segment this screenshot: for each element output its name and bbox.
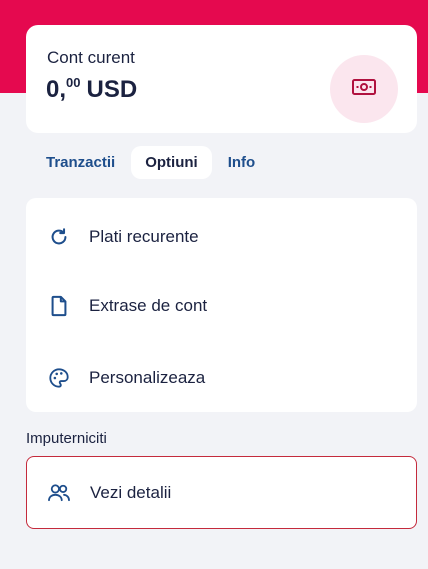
balance-currency: USD [86,76,138,103]
view-details-label: Vezi detalii [90,483,172,502]
tab-info[interactable]: Info [214,146,270,179]
balance-integer: 0, [46,76,67,103]
option-plati-recurente[interactable]: Plati recurente [26,202,417,272]
balance-decimals: 00 [66,75,81,90]
option-extrase-de-cont[interactable]: Extrase de cont [26,271,417,341]
tab-bar: Tranzactii Optiuni Info [26,144,269,180]
money-button[interactable] [330,55,398,123]
account-name: Cont curent [47,48,135,67]
banknote-icon [351,77,377,102]
option-label: Personalizeaza [89,368,206,387]
option-label: Extrase de cont [89,296,208,315]
option-label: Plati recurente [89,227,199,246]
account-card: Cont curent 0,00 USD [26,25,417,133]
tab-optiuni[interactable]: Optiuni [131,145,212,179]
document-icon [47,294,71,318]
recurring-icon [47,225,71,249]
view-details-button[interactable]: Vezi detalii [26,456,417,529]
option-personalizeaza[interactable]: Personalizeaza [26,343,417,413]
section-title-imputerniciti: Imputerniciti [26,430,107,447]
tab-tranzactii[interactable]: Tranzactii [26,146,129,179]
options-card: Plati recurente Extrase de cont Personal… [26,198,417,412]
palette-icon [47,366,71,390]
users-icon [47,481,71,505]
account-balance: 0,00 USD [46,75,137,104]
